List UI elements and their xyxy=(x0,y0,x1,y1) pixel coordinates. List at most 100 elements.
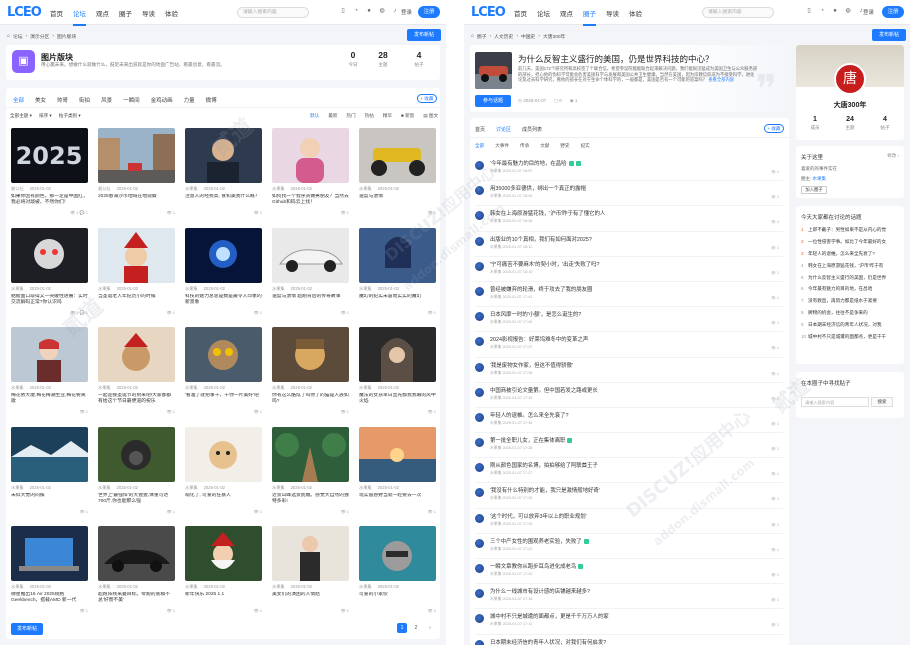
avatar[interactable] xyxy=(475,312,484,322)
sub-category-tab[interactable]: 文献 xyxy=(540,143,549,149)
thread-thumbnail[interactable]: 2025 xyxy=(11,128,88,183)
thread-title[interactable]: 超跑阵线来曼目标。零跑的底稿不总'好而不美' xyxy=(98,592,175,604)
hot-topic-item[interactable]: 2 一位性侵害学事。如比了今年最好的女 xyxy=(796,236,904,248)
thread-title[interactable]: 现实般感野当就一趁要去一次 xyxy=(359,493,436,505)
gallery-item[interactable]: 水果集 2025-01-02 新年快乐 2025 1.1 👁 1 xyxy=(185,526,262,626)
thread-title[interactable]: 三个中产女性的围观养老实验，失败了 xyxy=(490,537,589,545)
page-button[interactable]: 1 xyxy=(397,623,407,633)
hot-topic-item[interactable]: 10 城中村不只是城遭的面都点，更是千千 xyxy=(796,331,904,343)
thread-author[interactable]: 水果集 xyxy=(359,186,372,192)
breadcrumb-item[interactable]: 大唐300年 xyxy=(543,33,565,40)
thread-title[interactable]: 未似大觉的间候 xyxy=(11,493,88,505)
sort-option[interactable]: 最新 xyxy=(328,113,337,119)
gallery-item[interactable]: 水果集 2025-01-02 如何找一个程序员做男朋友？当然去Github和码云上找… xyxy=(272,128,349,228)
thread-row[interactable]: 用35000多亚德供，绑出一个真正的露帽 水果集 2025-01-07 18:40… xyxy=(475,181,783,207)
thread-author[interactable]: 水果集 xyxy=(359,584,372,590)
gallery-item[interactable]: 水果集 2025-01-02 超跑阵线来曼目标。零跑的底稿不总'好而不美' 👁 1 xyxy=(98,526,175,626)
thread-title[interactable]: 速度与激情 xyxy=(359,194,436,206)
hot-topic-title[interactable]: 没有教直，再努力都是纸水于紧要 xyxy=(808,298,877,303)
avatar[interactable] xyxy=(475,564,484,573)
gallery-item[interactable]: 水果集 2025-01-02 你有这么酷炫了吗你了的猫是人族如吗? 👁 1 xyxy=(272,327,349,427)
thread-title[interactable]: 可爱的小家伙 xyxy=(359,592,436,604)
hot-topic-item[interactable]: 9 日本期末经济信的青年人状况，对我 xyxy=(796,319,904,331)
thread-title[interactable]: 近景山峰选景妩媚。感觉大自然的独特多彩! xyxy=(272,493,349,505)
avatar[interactable] xyxy=(475,337,484,347)
thread-title[interactable]: '看准了就把事干，干你一片美好'吧 xyxy=(185,393,262,405)
thread-title[interactable]: 你有这么酷炫了吗你了的猫是人族如吗? xyxy=(272,393,349,405)
thread-thumbnail[interactable] xyxy=(98,526,175,581)
page-button[interactable]: › xyxy=(425,623,435,633)
thread-author[interactable]: 水果集 xyxy=(359,485,372,491)
thread-title-text[interactable]: 第一批全职儿女，正在集体离职 xyxy=(490,438,565,444)
thread-thumbnail[interactable] xyxy=(359,128,436,183)
phone-icon[interactable]: ▯ xyxy=(806,8,812,14)
avatar[interactable] xyxy=(475,286,484,296)
thread-thumbnail[interactable] xyxy=(98,128,175,183)
thread-author[interactable]: 湘公社 xyxy=(11,186,24,192)
gallery-item[interactable]: 水果集 2025-01-02 梅花依大廈,梅花梅潮生业,梅花要离歌 👁 1 xyxy=(11,327,88,427)
hot-topic-title[interactable]: 脾物的机会，往往不是争来的 xyxy=(808,310,868,315)
hot-topic-title[interactable]: 韩女在上海原游猛花钱，'沪币'昨于有 xyxy=(808,263,883,268)
thread-row[interactable]: 中国商被引论文量第。但中国若发之路或更长 水果集 2025-01-07 17:34… xyxy=(475,383,783,408)
thread-author[interactable]: 水果集 xyxy=(98,286,111,292)
thread-title[interactable]: 韩女在上海原游猛花钱，'沪币'昨于有了懂它的人 xyxy=(490,209,605,217)
thread-thumbnail[interactable] xyxy=(185,526,262,581)
thread-row[interactable]: 日本期末经济信的青年人状况，对我们有何启发?水果集 2025-01-07 17:… xyxy=(475,635,783,645)
tiktok-icon[interactable]: ♪ xyxy=(392,8,398,14)
section-tab[interactable]: 讨论区 xyxy=(496,126,511,133)
nav-item[interactable]: 圈子 xyxy=(583,8,596,26)
thread-author[interactable]: 水果集 xyxy=(11,385,24,391)
thread-title-text[interactable]: 刚从颜色国家的名博，拍拍够给了阿联酋王子 xyxy=(490,463,598,469)
sort-option[interactable]: 热门 xyxy=(346,113,355,119)
collect-button[interactable]: + 收藏 xyxy=(764,124,784,133)
hot-topic-title[interactable]: 一位性侵害学事。如比了今年最好的女 xyxy=(808,239,886,244)
gallery-item[interactable]: 水果集 2025-01-02 萌化了, 可爱的狂暴人 👁 1 xyxy=(185,426,262,527)
hot-topic-title[interactable]: 上即不戴子：男性如果不是从内心的觉 xyxy=(808,227,886,232)
breadcrumb-item[interactable]: 论坛 xyxy=(13,33,23,40)
gallery-item[interactable]: 水果集 2025-01-02 魔幻的纪实未容而实实的魔幻 👁 1 xyxy=(359,227,436,328)
thread-author[interactable]: 水果集 xyxy=(359,286,372,292)
thread-title[interactable]: 美女们的演困的人情结 xyxy=(272,592,349,604)
thread-author[interactable]: 水果集 xyxy=(11,286,24,292)
gallery-item[interactable]: 水果集 2025-01-02 未似大觉的间候 👁 1 xyxy=(11,426,88,527)
thread-title[interactable]: 魔法的女孩早日显光都我我眼的风中火焰 xyxy=(359,393,436,405)
thread-title[interactable]: '我是废物女作家，但这不值得骄傲' xyxy=(490,361,573,369)
category-tab[interactable]: 风景 xyxy=(101,96,112,104)
register-button[interactable]: 注册 xyxy=(418,6,440,18)
thread-title[interactable]: 萌化了, 可爱的狂暴人 xyxy=(185,493,262,505)
login-link[interactable]: 登录 xyxy=(401,8,412,16)
thread-author[interactable]: 水果集 xyxy=(185,584,198,590)
sort-option[interactable]: 热帖 xyxy=(365,113,374,119)
thread-author[interactable]: 水果集 xyxy=(185,485,198,491)
sub-category-tab[interactable]: 野史 xyxy=(560,143,569,149)
thread-author[interactable]: 湘公社 xyxy=(98,186,111,192)
thread-author[interactable]: 水果集 xyxy=(272,385,285,391)
circle-search-button[interactable]: 搜索 xyxy=(871,397,893,407)
hot-topic-title[interactable]: 今年最有魅力的目的地，在昌哈 xyxy=(808,286,872,291)
avatar[interactable] xyxy=(475,488,484,498)
thread-thumbnail[interactable] xyxy=(359,426,436,482)
thread-title-text[interactable]: '我没有什么特别的才能，我只是激情般地好奇' xyxy=(490,488,600,494)
category-tab[interactable]: 街拍 xyxy=(79,96,90,104)
category-tab[interactable]: 帅哥 xyxy=(57,96,68,104)
circle-avatar[interactable]: 唐 xyxy=(834,63,866,95)
thread-title[interactable]: 为什么一线城市有设计感的店铺越来越多? xyxy=(490,587,590,595)
category-tab[interactable]: 美女 xyxy=(35,96,46,104)
sub-category-tab[interactable]: 大事件 xyxy=(495,143,509,149)
breadcrumb-item[interactable]: 中国史 xyxy=(521,33,535,40)
gallery-item[interactable]: 水果集 2025-01-02 科技的魅力总总是数是最令人印象的新景象 👁 1 xyxy=(185,227,262,328)
thread-title[interactable]: '这个时代，可以放弃3年以上的职业规划' xyxy=(490,512,587,520)
thread-title-text[interactable]: 三个中产女性的围观养老实验，失败了 xyxy=(490,539,582,545)
gallery-item[interactable]: 湘公社 2025-01-02 2025春海沙市地域在地观察 👁 1 xyxy=(98,128,175,228)
gallery-item[interactable]: 水果集 2025-01-02 美女们的演困的人情结 👁 1 xyxy=(272,526,349,626)
hot-topic-item[interactable]: 3 年轻人的退帷。怎么来全先衰了? xyxy=(796,248,904,260)
thread-title-text[interactable]: '宁可痛苦不要麻木'的契小时，'出走'失败了吗? xyxy=(490,262,600,268)
avatar[interactable] xyxy=(475,236,484,246)
gallery-item[interactable]: 2025 湘公社 2025-01-02 如果你因有颜色，那一定是中国红，我必将对敲被，… xyxy=(11,128,88,228)
bell-icon[interactable]: ◔ xyxy=(353,8,359,14)
avatar[interactable] xyxy=(475,261,484,271)
thread-row[interactable]: 日本风靡一时的'小额'，是怎么诞生的? 水果集 2025-01-07 17:40 👁… xyxy=(475,307,783,333)
thread-thumbnail[interactable] xyxy=(185,426,262,482)
thread-title-text[interactable]: 出版业的10个真相，我们有如何面对2025? xyxy=(490,237,592,243)
thread-author[interactable]: 水果集 xyxy=(185,286,198,292)
